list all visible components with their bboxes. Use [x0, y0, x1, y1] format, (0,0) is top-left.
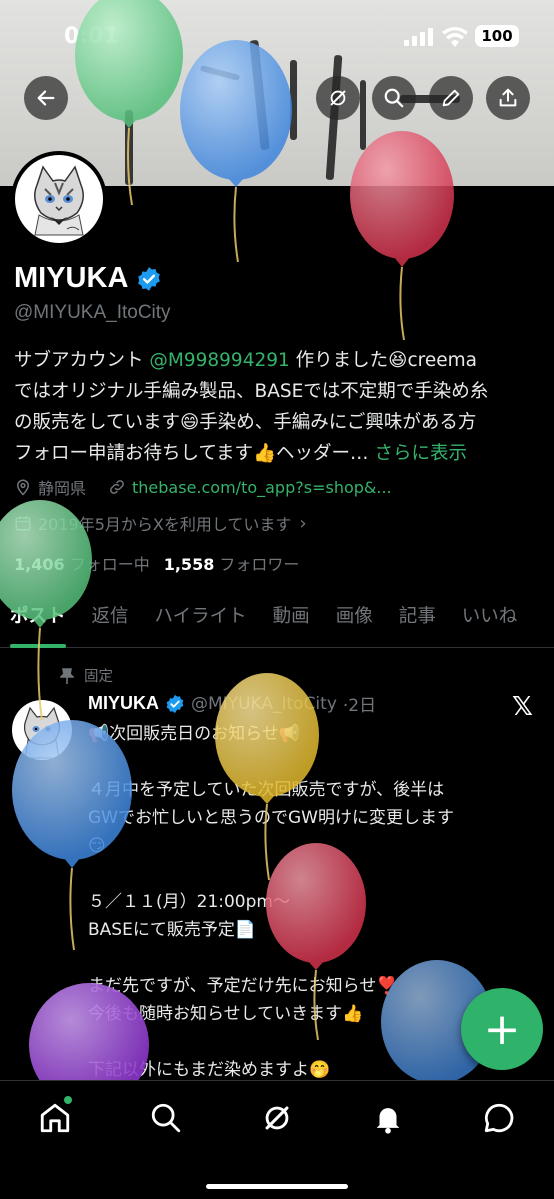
- cat-avatar-image: [15, 155, 103, 243]
- grok-icon: [330, 90, 346, 106]
- post-line: GWでお忙しいと思うのでGW明けに変更します: [88, 808, 454, 828]
- followers-count: 1,558: [163, 555, 215, 574]
- profile-handle: @MIYUKA_ItoCity: [14, 302, 171, 323]
- post-line: 😏: [88, 836, 106, 856]
- tab-media[interactable]: 画像: [336, 596, 373, 648]
- bio-line4: フォロー申請お待ちしてます👍ヘッダー…: [14, 443, 369, 464]
- grok-icon[interactable]: [260, 1101, 294, 1135]
- grok-button[interactable]: [316, 76, 360, 120]
- search-icon[interactable]: [149, 1101, 183, 1135]
- bio-line3: の販売をしています😄手染め、手編みにご興味がある方: [14, 412, 477, 433]
- profile-joined-date: 2019年5月からXを利用しています: [38, 515, 292, 534]
- post-line: ５／１１(月）21:00pm〜: [88, 892, 290, 912]
- chevron-right-icon: ›: [299, 512, 307, 534]
- search-icon: [384, 88, 404, 108]
- post-line: [88, 748, 528, 776]
- back-button[interactable]: [24, 76, 68, 120]
- pin-icon: [60, 667, 74, 684]
- post-line: 📢次回販売日のお知らせ📢: [88, 724, 300, 744]
- back-icon: [37, 90, 55, 106]
- post-line: BASEにて販売予定📄: [88, 920, 256, 940]
- tab-highlights[interactable]: ハイライト: [155, 596, 247, 648]
- share-button[interactable]: [486, 76, 530, 120]
- tab-posts[interactable]: ポスト: [10, 596, 66, 648]
- messages-icon[interactable]: [482, 1101, 516, 1135]
- home-indicator: [206, 1184, 348, 1189]
- post-line: ４月中を予定していた次回販売ですが、後半は: [88, 780, 445, 800]
- verified-badge-icon: [166, 694, 184, 713]
- verified-badge-icon[interactable]: [136, 266, 162, 292]
- bio-line2: ではオリジナル手編み製品、BASEでは不定期で手染め糸: [14, 381, 489, 402]
- notifications-icon[interactable]: [371, 1101, 405, 1135]
- post-line: まだ先ですが、予定だけ先にお知らせ❣️: [88, 976, 398, 996]
- following-count: 1,406: [14, 555, 65, 574]
- profile-joined-row[interactable]: 2019年5月からXを利用しています ›: [14, 511, 307, 535]
- post-author-handle[interactable]: @MIYUKA_ItoCity: [191, 694, 337, 714]
- bio-prefix: サブアカウント: [14, 350, 150, 371]
- follow-stats: 1,406 フォロー中 1,558 フォロワー: [14, 551, 299, 575]
- bottom-navigation: [0, 1080, 554, 1199]
- profile-name-row: MIYUKA: [14, 262, 162, 295]
- location-pin-icon: [16, 479, 30, 496]
- home-notification-dot: [64, 1096, 72, 1104]
- pinned-indicator: 固定: [60, 665, 113, 686]
- edit-icon: [442, 89, 460, 107]
- followers-label: フォロワー: [219, 555, 300, 574]
- profile-tabs: ポスト 返信 ハイライト 動画 画像 記事 いいね: [0, 596, 554, 648]
- home-icon[interactable]: [38, 1101, 72, 1135]
- compose-fab-button[interactable]: +: [461, 988, 543, 1070]
- post-line: [88, 944, 528, 972]
- tab-replies[interactable]: 返信: [92, 596, 129, 648]
- profile-meta-row: 静岡県 thebase.com/to_app?s=shop&...: [14, 475, 392, 499]
- tab-videos[interactable]: 動画: [273, 596, 310, 648]
- search-button[interactable]: [372, 76, 416, 120]
- calendar-icon: [15, 516, 31, 531]
- x-logo-icon: 𝕏: [512, 692, 533, 722]
- following-link[interactable]: 1,406 フォロー中: [14, 551, 150, 575]
- status-time: 0:01: [64, 24, 119, 49]
- pinned-label: 固定: [84, 669, 113, 685]
- post-time: ·2日: [342, 696, 377, 716]
- profile-bio: サブアカウント @M998994291 作りました😆creema ではオリジナル…: [14, 345, 544, 469]
- profile-website-link[interactable]: thebase.com/to_app?s=shop&...: [132, 478, 392, 497]
- followers-link[interactable]: 1,558 フォロワー: [164, 551, 300, 575]
- post-header: MIYUKA @MIYUKA_ItoCity ·2日: [88, 691, 376, 716]
- status-bar: 0:01 100: [0, 0, 554, 72]
- following-label: フォロー中: [69, 555, 150, 574]
- tab-likes[interactable]: いいね: [462, 596, 518, 648]
- edit-button[interactable]: [429, 76, 473, 120]
- tab-articles[interactable]: 記事: [399, 596, 436, 648]
- display-name: MIYUKA: [14, 262, 129, 294]
- battery-indicator: 100: [475, 25, 519, 47]
- link-icon: [110, 480, 124, 494]
- post-author-name[interactable]: MIYUKA: [88, 693, 159, 714]
- wifi-icon: [442, 27, 468, 47]
- bio-line1-rest: 作りました😆creema: [289, 350, 477, 371]
- signal-icon: [404, 28, 433, 46]
- show-more-link[interactable]: さらに表示: [369, 443, 467, 464]
- profile-location: 静岡県: [38, 479, 87, 498]
- post-line: [88, 860, 528, 888]
- share-icon: [499, 88, 517, 107]
- profile-avatar[interactable]: [11, 151, 107, 247]
- bio-mention-link[interactable]: @M998994291: [149, 350, 289, 371]
- post-avatar[interactable]: [12, 700, 72, 760]
